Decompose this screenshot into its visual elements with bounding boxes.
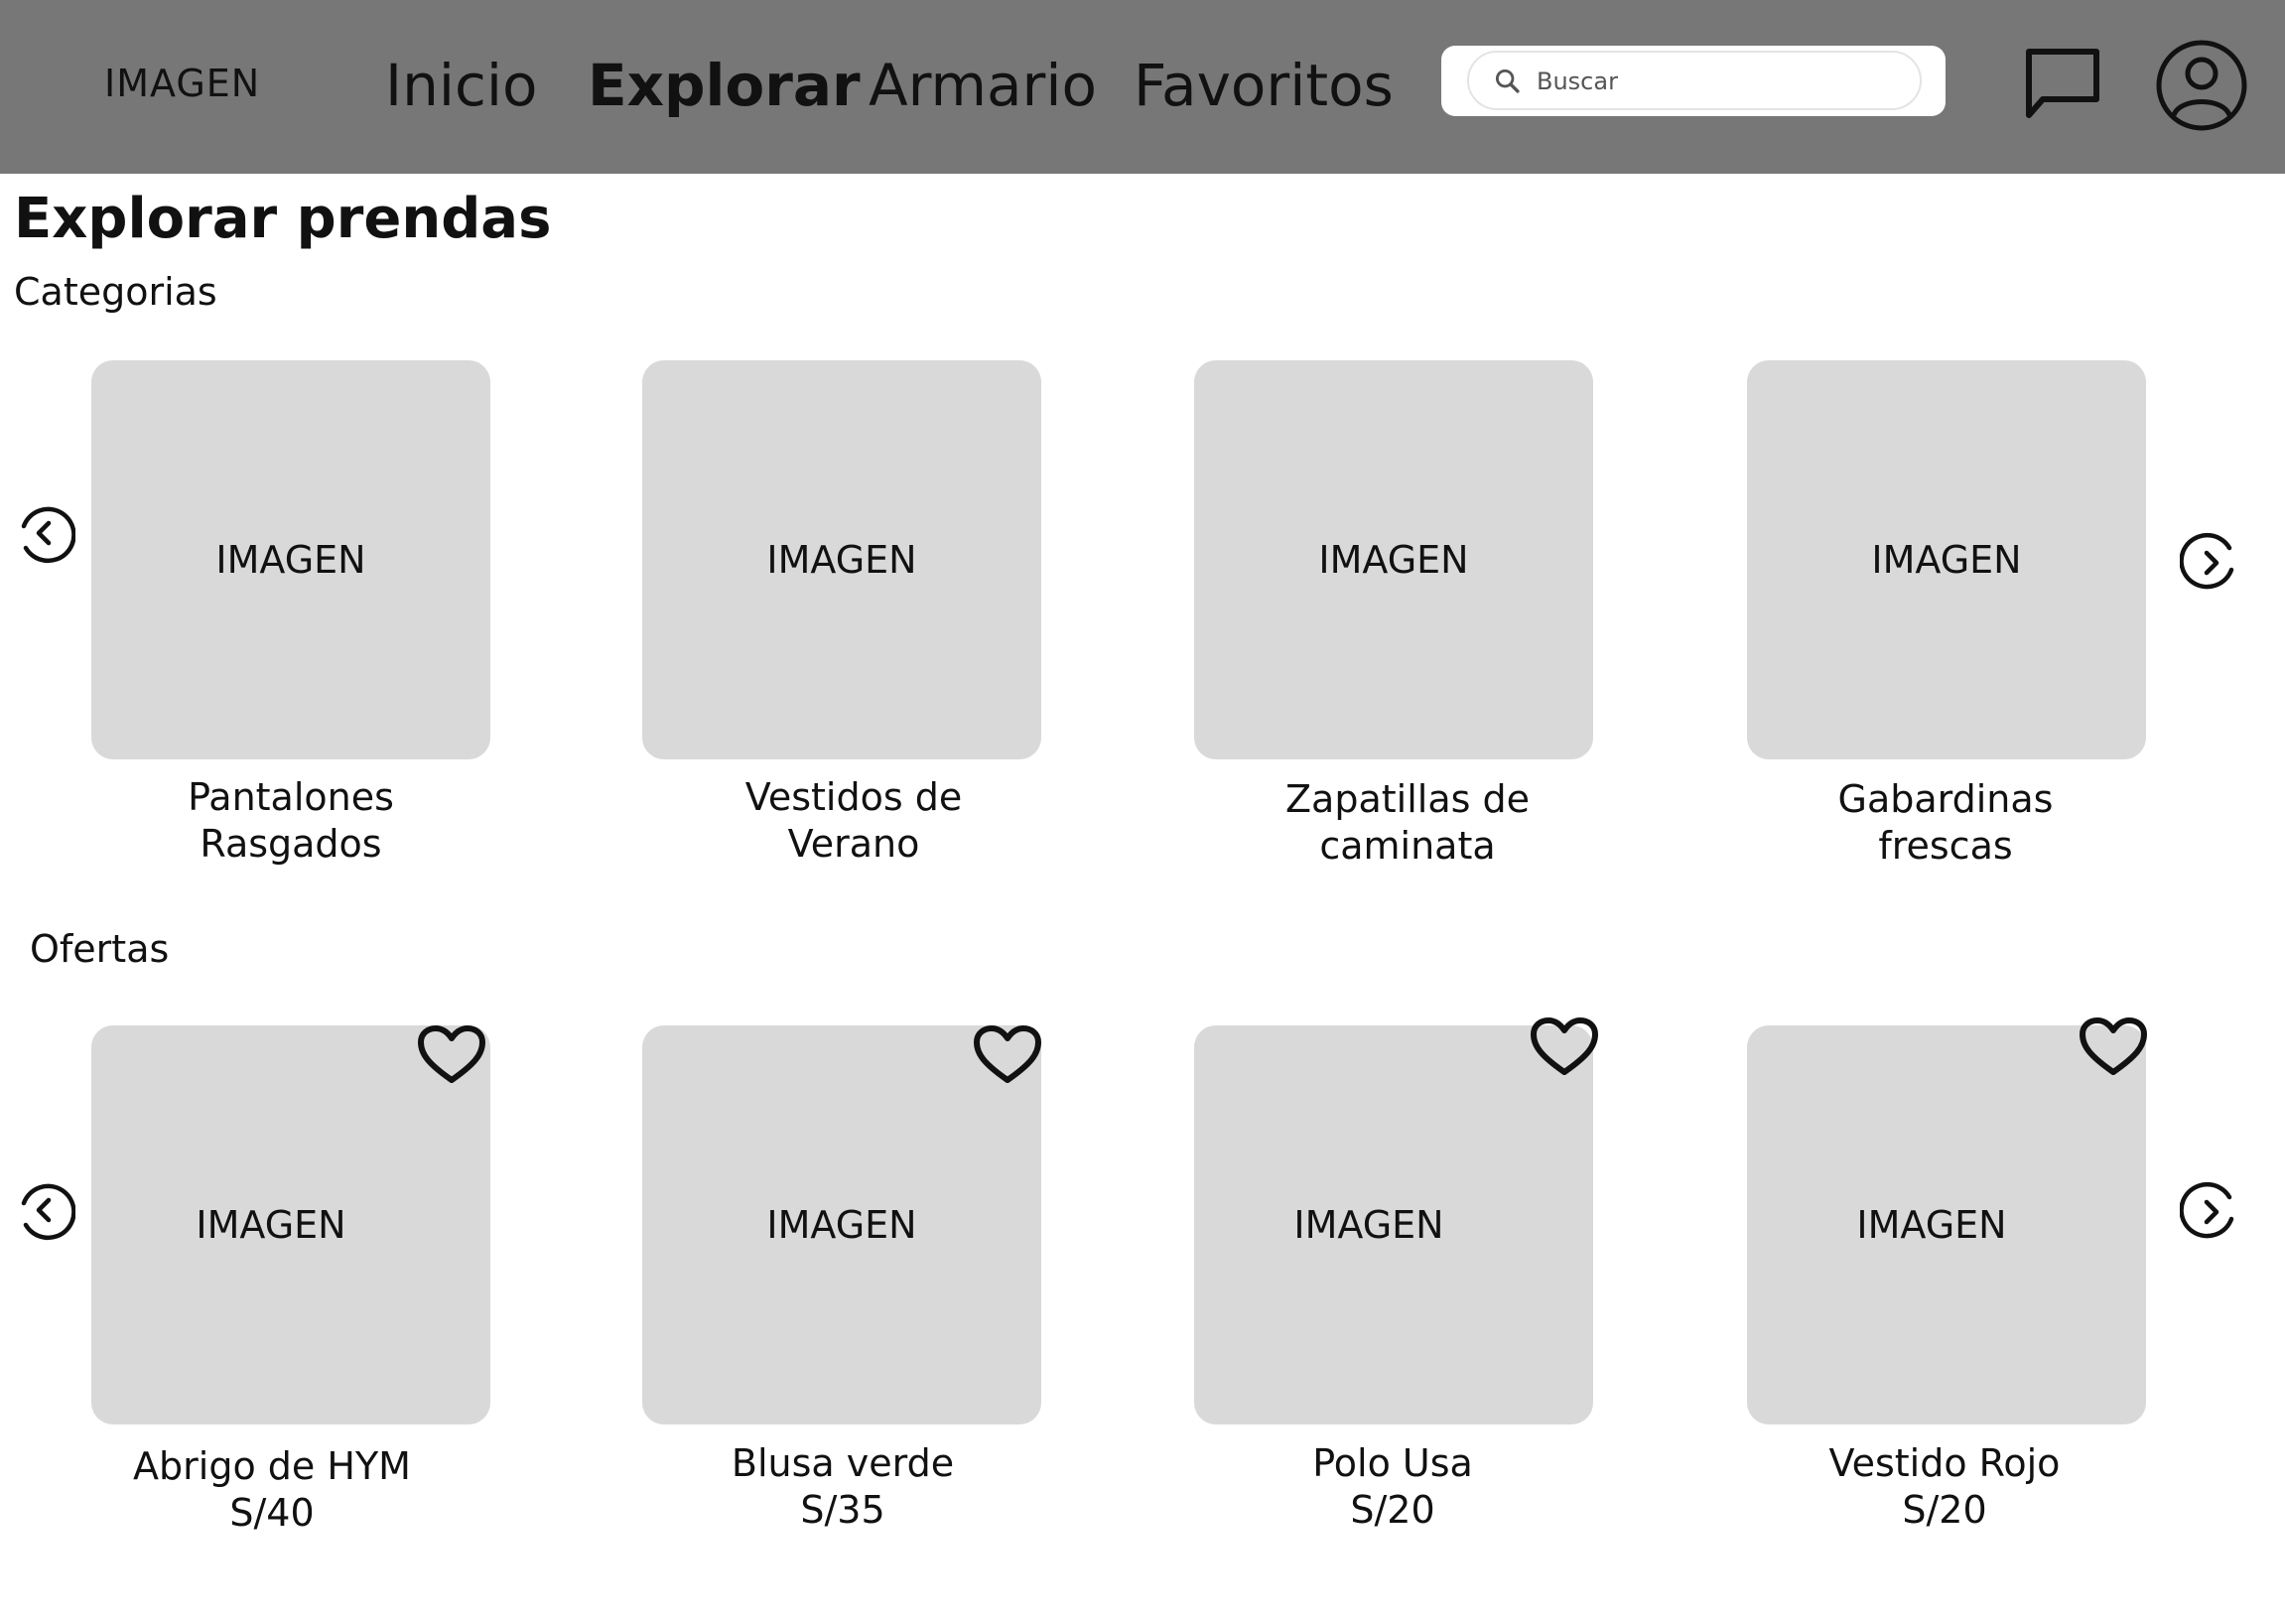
offer-price: S/35 (800, 1488, 885, 1532)
image-placeholder-label: IMAGEN (766, 1203, 917, 1247)
categories-prev-arrow-icon[interactable] (14, 502, 75, 564)
search-field[interactable] (1467, 51, 1922, 110)
offer-card-image[interactable]: IMAGEN (1194, 1025, 1593, 1424)
category-card-label[interactable]: Vestidos de Verano (645, 774, 1062, 868)
user-icon[interactable] (2154, 38, 2249, 133)
image-placeholder-label: IMAGEN (766, 538, 917, 582)
category-label-line: caminata (1319, 824, 1496, 868)
offer-card-label[interactable]: Polo Usa S/20 (1184, 1440, 1601, 1534)
offer-price: S/20 (1902, 1488, 1987, 1532)
category-label-line: Zapatillas de (1285, 777, 1530, 821)
offers-title: Ofertas (30, 927, 170, 971)
category-label-line: Verano (787, 822, 920, 866)
logo[interactable]: IMAGEN (104, 62, 260, 105)
category-label-line: Pantalones (188, 775, 394, 819)
image-placeholder-label: IMAGEN (196, 1203, 346, 1247)
search-icon (1495, 68, 1520, 93)
categories-next-arrow-icon[interactable] (2180, 532, 2241, 594)
category-label-line: Vestidos de (744, 775, 963, 819)
offer-name: Abrigo de HYM (133, 1444, 411, 1488)
category-label-line: frescas (1878, 824, 2013, 868)
category-label-line: Rasgados (200, 822, 382, 866)
offer-card-label[interactable]: Blusa verde S/35 (634, 1440, 1051, 1534)
heart-icon[interactable] (2079, 1016, 2148, 1078)
offer-card-image[interactable]: IMAGEN (1747, 1025, 2146, 1424)
heart-icon[interactable] (1530, 1016, 1599, 1078)
offer-card-label[interactable]: Abrigo de HYM S/40 (64, 1443, 480, 1537)
category-card-image[interactable]: IMAGEN (642, 360, 1041, 759)
category-card-image[interactable]: IMAGEN (91, 360, 490, 759)
offer-card-label[interactable]: Vestido Rojo S/20 (1736, 1440, 2153, 1534)
search-input[interactable] (1537, 63, 1904, 100)
category-card-image[interactable]: IMAGEN (1747, 360, 2146, 759)
offer-price: S/20 (1350, 1488, 1435, 1532)
nav-item-armario[interactable]: Armario (869, 52, 1097, 119)
offer-name: Blusa verde (731, 1441, 955, 1485)
offers-next-arrow-icon[interactable] (2180, 1181, 2241, 1243)
image-placeholder-label: IMAGEN (1856, 1203, 2007, 1247)
category-label-line: Gabardinas (1837, 777, 2054, 821)
image-placeholder-label: IMAGEN (1293, 1203, 1444, 1247)
category-card-label[interactable]: Gabardinas frescas (1737, 776, 2154, 870)
offer-price: S/40 (229, 1491, 315, 1535)
image-placeholder-label: IMAGEN (1318, 538, 1469, 582)
chat-icon[interactable] (2021, 44, 2104, 123)
heart-icon[interactable] (417, 1024, 486, 1086)
nav-item-explorar[interactable]: Explorar (588, 52, 861, 119)
image-placeholder-label: IMAGEN (215, 538, 366, 582)
top-navigation-bar: IMAGEN Inicio Explorar Armario Favoritos (0, 0, 2285, 174)
categories-title: Categorias (14, 270, 217, 314)
nav-item-favoritos[interactable]: Favoritos (1134, 52, 1394, 119)
category-card-label[interactable]: Zapatillas de caminata (1199, 776, 1616, 870)
nav-item-inicio[interactable]: Inicio (385, 52, 537, 119)
offer-name: Vestido Rojo (1828, 1441, 2061, 1485)
category-card-image[interactable]: IMAGEN (1194, 360, 1593, 759)
category-card-label[interactable]: Pantalones Rasgados (82, 774, 499, 868)
search-box (1441, 46, 1946, 116)
image-placeholder-label: IMAGEN (1871, 538, 2022, 582)
heart-icon[interactable] (973, 1024, 1042, 1086)
page-title: Explorar prendas (14, 187, 552, 251)
offer-name: Polo Usa (1312, 1441, 1473, 1485)
